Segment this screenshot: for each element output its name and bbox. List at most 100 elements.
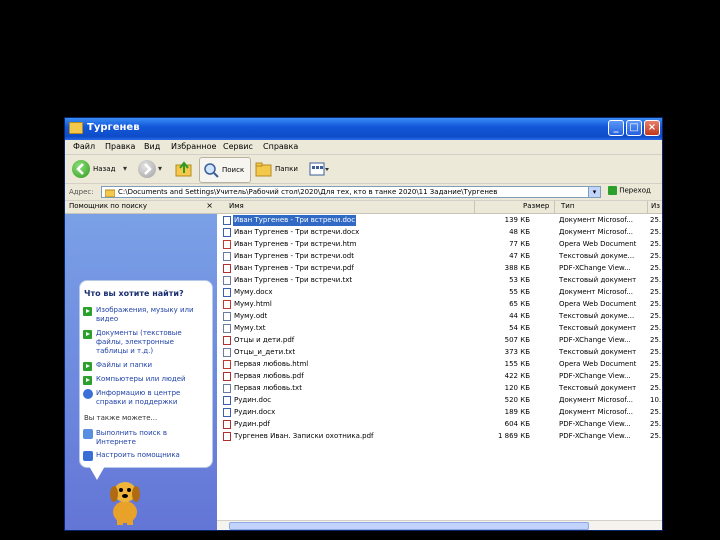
column-separator[interactable] [554, 201, 555, 213]
file-type: PDF-XChange View... [559, 432, 631, 440]
search-option-media[interactable]: Изображения, музыку или видео [96, 306, 208, 324]
menu-edit[interactable]: Правка [105, 142, 135, 151]
file-name: Первая любовь.txt [234, 384, 302, 392]
file-row[interactable]: Первая любовь.pdf 422 КБ PDF-XChange Vie… [217, 371, 662, 382]
column-type[interactable]: Тип [561, 202, 574, 210]
file-name: Иван Тургенев - Три встречи.docx [234, 228, 360, 236]
file-modified: 25. [650, 408, 662, 416]
folder-icon [69, 122, 83, 134]
forward-arrow-icon[interactable] [138, 160, 156, 178]
file-row[interactable]: Отцы и дети.pdf 507 КБ PDF-XChange View.… [217, 335, 662, 346]
file-row[interactable]: Муму.docx 55 КБ Документ Microsof... 25. [217, 287, 662, 298]
file-row[interactable]: Тургенев Иван. Записки охотника.pdf 1 86… [217, 431, 662, 442]
search-option-help[interactable]: Информацию в центре справки и поддержки [96, 389, 208, 407]
window-title: Тургенев [87, 122, 140, 133]
file-name: Иван Тургенев - Три встречи.pdf [234, 264, 354, 272]
menu-view[interactable]: Вид [144, 142, 160, 151]
menu-file[interactable]: Файл [73, 142, 95, 151]
search-dog-icon[interactable] [105, 476, 145, 526]
go-button[interactable]: Переход [608, 186, 651, 195]
search-option-computers[interactable]: Компьютеры или людей [96, 375, 208, 384]
pane-close-icon[interactable]: × [206, 201, 213, 210]
file-row[interactable]: Муму.txt 54 КБ Текстовый документ 25. [217, 323, 662, 334]
opera-document-icon [223, 360, 231, 369]
file-size: 189 КБ [504, 408, 530, 416]
file-modified: 25. [650, 336, 662, 344]
file-row[interactable]: Иван Тургенев - Три встречи.odt 47 КБ Те… [217, 251, 662, 262]
file-size: 48 КБ [509, 228, 530, 236]
address-field[interactable]: C:\Documents and Settings\Учитель\Рабочи… [101, 186, 601, 198]
file-modified: 25. [650, 384, 662, 392]
back-button-label[interactable]: Назад [93, 165, 115, 173]
search-button[interactable]: Поиск [199, 157, 251, 183]
column-size[interactable]: Размер [523, 202, 549, 210]
file-modified: 25. [650, 252, 662, 260]
file-modified: 25. [650, 324, 662, 332]
file-modified: 25. [650, 348, 662, 356]
file-row[interactable]: Рудин.docx 189 КБ Документ Microsof... 2… [217, 407, 662, 418]
text-document-icon [223, 324, 231, 333]
folders-button-label[interactable]: Папки [275, 165, 298, 173]
file-size: 55 КБ [509, 288, 530, 296]
file-modified: 25. [650, 228, 662, 236]
maximize-button[interactable]: □ [626, 120, 642, 136]
file-type: Документ Microsof... [559, 408, 633, 416]
address-dropdown-icon[interactable]: ▾ [588, 187, 600, 197]
back-arrow-icon[interactable] [72, 160, 90, 178]
customize-assistant-link[interactable]: Настроить помощника [96, 451, 208, 460]
file-name: Иван Тургенев - Три встречи.doc [233, 215, 357, 226]
menu-bar: Файл Правка Вид Избранное Сервис Справка [65, 140, 662, 176]
menu-help[interactable]: Справка [263, 142, 298, 151]
search-internet-link[interactable]: Выполнить поиск в Интернете [96, 429, 208, 447]
green-arrow-icon [83, 376, 92, 385]
file-name: Рудин.doc [234, 396, 272, 404]
menu-tools[interactable]: Сервис [223, 142, 253, 151]
back-dropdown-icon[interactable]: ▾ [123, 164, 127, 173]
file-row[interactable]: Муму.html 65 КБ Opera Web Document 25. [217, 299, 662, 310]
file-row[interactable]: Иван Тургенев - Три встречи.docx 48 КБ Д… [217, 227, 662, 238]
file-type: Opera Web Document [559, 240, 637, 248]
file-row[interactable]: Иван Тургенев - Три встречи.htm 77 КБ Op… [217, 239, 662, 250]
menu-favorites[interactable]: Избранное [171, 142, 216, 151]
views-icon[interactable] [309, 161, 329, 177]
folders-icon[interactable] [255, 161, 273, 181]
close-button[interactable]: × [644, 120, 660, 136]
horizontal-scrollbar[interactable] [217, 520, 662, 530]
go-button-label: Переход [619, 186, 651, 195]
pdf-document-icon [223, 432, 231, 441]
search-options-bubble: Что вы хотите найти? Изображения, музыку… [79, 280, 213, 468]
column-modified[interactable]: Из [651, 202, 660, 210]
file-row[interactable]: Иван Тургенев - Три встречи.doc 139 КБ Д… [217, 215, 662, 226]
file-row[interactable]: Первая любовь.txt 120 КБ Текстовый докум… [217, 383, 662, 394]
column-name[interactable]: Имя [229, 202, 244, 210]
file-size: 1 869 КБ [497, 432, 530, 440]
column-separator[interactable] [474, 201, 475, 213]
file-row[interactable]: Иван Тургенев - Три встречи.txt 53 КБ Те… [217, 275, 662, 286]
file-type: Текстовый докуме... [559, 252, 635, 260]
file-row[interactable]: Первая любовь.html 155 КБ Opera Web Docu… [217, 359, 662, 370]
file-row[interactable]: Отцы_и_дети.txt 373 КБ Текстовый докумен… [217, 347, 662, 358]
file-row[interactable]: Иван Тургенев - Три встречи.pdf 388 КБ P… [217, 263, 662, 274]
title-bar[interactable]: Тургенев _ □ × [65, 118, 662, 140]
search-option-documents[interactable]: Документы (текстовые файлы, электронные … [96, 329, 208, 356]
file-row[interactable]: Рудин.pdf 604 КБ PDF-XChange View... 25. [217, 419, 662, 430]
scrollbar-thumb[interactable] [229, 522, 589, 530]
file-size: 422 КБ [504, 372, 530, 380]
file-type: Opera Web Document [559, 300, 637, 308]
file-modified: 25. [650, 360, 662, 368]
file-size: 65 КБ [509, 300, 530, 308]
file-row[interactable]: Муму.odt 44 КБ Текстовый докуме... 25. [217, 311, 662, 322]
word-document-icon [223, 288, 231, 297]
address-bar: Адрес: C:\Documents and Settings\Учитель… [65, 184, 662, 201]
up-folder-icon[interactable] [175, 161, 193, 181]
file-row[interactable]: Рудин.doc 520 КБ Документ Microsof... 10… [217, 395, 662, 406]
search-option-files[interactable]: Файлы и папки [96, 361, 208, 370]
file-list: Имя Размер Тип Из Иван Тургенев - Три вс… [217, 201, 662, 530]
search-question: Что вы хотите найти? [84, 289, 184, 298]
word-document-icon [223, 408, 231, 417]
column-separator[interactable] [647, 201, 648, 213]
file-modified: 25. [650, 276, 662, 284]
file-modified: 25. [650, 312, 662, 320]
minimize-button[interactable]: _ [608, 120, 624, 136]
forward-dropdown-icon[interactable]: ▾ [158, 164, 162, 173]
